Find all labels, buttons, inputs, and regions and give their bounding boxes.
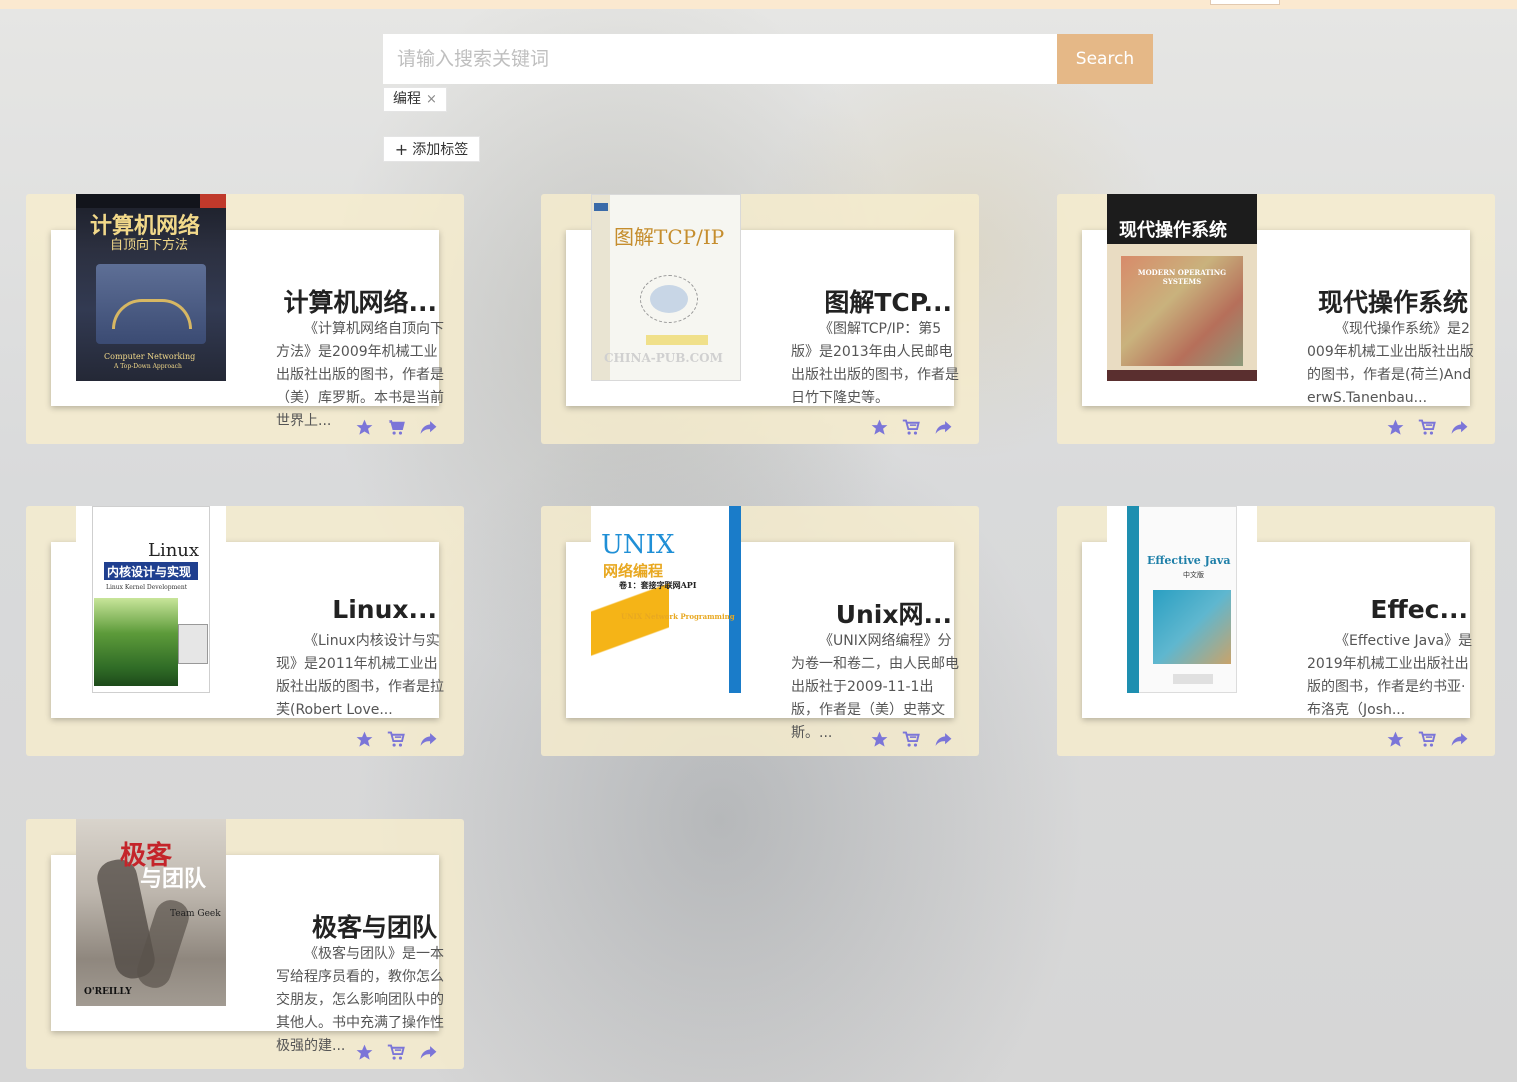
cover-title: Linux xyxy=(148,540,200,561)
cover-watermark: CHINA-PUB.COM xyxy=(604,351,723,365)
book-description: 《Effective Java》是2019年机械工业出版社出版的图书，作者是约书… xyxy=(1307,633,1473,718)
cover-title: 图解TCP/IP xyxy=(614,225,725,249)
book-actions xyxy=(869,417,954,438)
search-bar: Search xyxy=(383,34,1153,84)
star-icon[interactable] xyxy=(354,1042,375,1063)
cover-subtitle: 自顶向下方法 xyxy=(110,238,189,253)
book-description: 《UNIX网络编程》分为卷一和卷二，由人民邮电出版社于2009-11-1出版，作… xyxy=(791,633,959,741)
cover-title: UNIX xyxy=(601,530,675,560)
share-icon[interactable] xyxy=(1449,729,1470,750)
search-input[interactable] xyxy=(383,34,1057,84)
cart-icon[interactable] xyxy=(1417,417,1438,438)
book-cover[interactable]: 图解TCP/IP CHINA-PUB.COM xyxy=(591,194,741,381)
book-title[interactable]: Linux... xyxy=(251,595,437,624)
book-card[interactable]: Unix网... 《UNIX网络编程》分为卷一和卷二，由人民邮电出版社于2009… xyxy=(541,506,979,756)
cover-en-title: UNIX Network Programming xyxy=(621,612,735,621)
cart-icon[interactable] xyxy=(386,417,407,438)
cover-en-subtitle: A Top-Down Approach xyxy=(114,363,182,370)
plus-icon: + xyxy=(394,139,409,159)
book-actions xyxy=(1385,417,1470,438)
share-icon[interactable] xyxy=(1449,417,1470,438)
cover-en-title: Team Geek xyxy=(170,909,221,919)
share-icon[interactable] xyxy=(418,417,439,438)
book-title[interactable]: Effec... xyxy=(1282,595,1468,624)
book-card[interactable]: 现代操作系统 《现代操作系统》是2009年机械工业出版社出版的图书，作者是(荷兰… xyxy=(1057,194,1495,444)
book-description: 《图解TCP/IP：第5版》是2013年由人民邮电出版社出版的图书，作者是日竹下… xyxy=(791,321,959,406)
book-card[interactable]: Linux... 《Linux内核设计与实现》是2011年机械工业出版社出版的图… xyxy=(26,506,464,756)
book-cover[interactable]: Linux 内核设计与实现 Linux Kernel Development xyxy=(76,506,226,693)
cart-icon[interactable] xyxy=(386,1042,407,1063)
cover-subtitle: 与团队 xyxy=(140,866,207,892)
book-description: 《现代操作系统》是2009年机械工业出版社出版的图书，作者是(荷兰)Anderw… xyxy=(1307,321,1474,406)
book-title[interactable]: 图解TCP... xyxy=(766,283,952,319)
star-icon[interactable] xyxy=(354,417,375,438)
star-icon[interactable] xyxy=(869,417,890,438)
cover-title: 现代操作系统 xyxy=(1119,220,1227,241)
book-title[interactable]: 计算机网络... xyxy=(251,283,438,319)
add-tag-button[interactable]: + 添加标签 xyxy=(383,136,480,162)
book-card[interactable]: 计算机网络... 《计算机网络自顶向下方法》是2009年机械工业出版社出版的图书… xyxy=(26,194,464,444)
cover-subtitle: 中文版 xyxy=(1183,571,1204,579)
book-title[interactable]: 极客与团队 xyxy=(251,908,437,944)
cover-publisher: O'REILLY xyxy=(84,987,132,997)
cover-en-title: MODERN OPERATING SYSTEMS xyxy=(1137,268,1227,286)
cover-subtitle: 内核设计与实现 xyxy=(107,565,192,579)
book-card[interactable]: 图解TCP... 《图解TCP/IP：第5版》是2013年由人民邮电出版社出版的… xyxy=(541,194,979,444)
book-description: 《极客与团队》是一本写给程序员看的，教你怎么交朋友，怎么影响团队中的其他人。书中… xyxy=(276,946,444,1054)
book-actions xyxy=(869,729,954,750)
book-description: 《计算机网络自顶向下方法》是2009年机械工业出版社出版的图书，作者是（美）库罗… xyxy=(276,321,444,429)
share-icon[interactable] xyxy=(933,417,954,438)
share-icon[interactable] xyxy=(418,1042,439,1063)
share-icon[interactable] xyxy=(418,729,439,750)
cover-en-title: Linux Kernel Development xyxy=(106,584,188,591)
star-icon[interactable] xyxy=(1385,417,1406,438)
book-title[interactable]: Unix网... xyxy=(766,595,952,631)
star-icon[interactable] xyxy=(869,729,890,750)
book-actions xyxy=(354,417,439,438)
add-tag-label: 添加标签 xyxy=(412,142,469,158)
tag-close-icon[interactable]: × xyxy=(426,88,437,111)
book-cover[interactable]: 计算机网络 自顶向下方法 Computer Networking A Top-D… xyxy=(76,194,226,381)
book-actions xyxy=(1385,729,1470,750)
book-cover[interactable]: 现代操作系统 MODERN OPERATING SYSTEMS xyxy=(1107,194,1257,381)
cover-en-title: Computer Networking xyxy=(104,352,196,361)
cart-icon[interactable] xyxy=(901,417,922,438)
book-actions xyxy=(354,729,439,750)
tag-chip[interactable]: 编程 × xyxy=(383,87,447,112)
star-icon[interactable] xyxy=(354,729,375,750)
book-cover[interactable]: 极客 与团队 Team Geek O'REILLY xyxy=(76,819,226,1006)
star-icon[interactable] xyxy=(1385,729,1406,750)
top-bar-widget[interactable] xyxy=(1210,0,1280,5)
search-button[interactable]: Search xyxy=(1057,34,1153,84)
book-description: 《Linux内核设计与实现》是2011年机械工业出版社出版的图书，作者是拉芙(R… xyxy=(276,633,444,718)
book-cover[interactable]: Effective Java 中文版 xyxy=(1107,506,1257,693)
book-title[interactable]: 现代操作系统 xyxy=(1282,283,1468,319)
tag-label: 编程 xyxy=(393,91,421,107)
book-cover[interactable]: UNIX 网络编程 卷1：套接字联网API UNIX Network Progr… xyxy=(591,506,741,693)
share-icon[interactable] xyxy=(933,729,954,750)
top-bar xyxy=(0,0,1517,9)
cover-title: Effective Java xyxy=(1147,554,1231,567)
cart-icon[interactable] xyxy=(386,729,407,750)
book-actions xyxy=(354,1042,439,1063)
cover-en-subtitle: 卷1：套接字联网API xyxy=(619,580,697,590)
book-card[interactable]: 极客与团队 《极客与团队》是一本写给程序员看的，教你怎么交朋友，怎么影响团队中的… xyxy=(26,819,464,1069)
cart-icon[interactable] xyxy=(901,729,922,750)
cart-icon[interactable] xyxy=(1417,729,1438,750)
book-card[interactable]: Effec... 《Effective Java》是2019年机械工业出版社出版… xyxy=(1057,506,1495,756)
